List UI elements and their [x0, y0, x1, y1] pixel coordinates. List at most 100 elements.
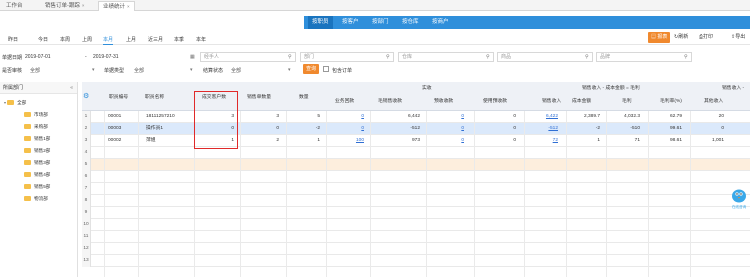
period-last-week[interactable]: 上周: [82, 35, 92, 45]
cell-sales-recv[interactable]: 100: [350, 135, 364, 147]
period-today[interactable]: 今日: [38, 35, 48, 45]
search-icon[interactable]: ⚲: [585, 54, 589, 60]
col-margin[interactable]: 毛利率(%): [660, 97, 682, 104]
col-gross-recv[interactable]: 毛销售收款: [378, 97, 402, 104]
cell-sales-count: 2: [276, 138, 279, 143]
department-input[interactable]: 部门: [300, 52, 394, 62]
tree-item-market[interactable]: 市场部: [24, 111, 48, 119]
tab-by-merchant[interactable]: 按商户: [428, 16, 453, 29]
tab-sales-order-track[interactable]: 销售订单-跟踪 ×: [45, 1, 84, 11]
cell-sales-count: 3: [276, 114, 279, 119]
table-row[interactable]: 3 00002 萍姐 1 2 1 100 973 0 0 72 1 71 98.…: [82, 135, 750, 147]
period-this-quarter[interactable]: 本季: [174, 35, 184, 45]
period-this-month[interactable]: 本月: [103, 35, 114, 45]
include-order-checkbox[interactable]: [323, 66, 329, 72]
table-row[interactable]: 7: [82, 183, 750, 195]
audit-select[interactable]: 全部: [30, 67, 40, 74]
tab-by-staff[interactable]: 按职员: [308, 16, 333, 29]
cell-margin: 98.61: [669, 138, 682, 143]
tree-item-all[interactable]: ▾ 全部: [4, 99, 26, 107]
department-panel-header: 所属部门 «: [0, 82, 77, 94]
query-button[interactable]: 查询: [303, 64, 319, 74]
period-this-week[interactable]: 本周: [60, 35, 70, 45]
collapse-icon[interactable]: «: [70, 82, 73, 94]
table-row[interactable]: 12: [82, 243, 750, 255]
bird-icon: [732, 189, 746, 203]
col-other-income[interactable]: 其他收入: [704, 97, 723, 104]
col-advance[interactable]: 预收收款: [434, 97, 453, 104]
cell-sales-recv[interactable]: 0: [354, 123, 364, 135]
table-row[interactable]: 10: [82, 219, 750, 231]
tab-performance-stats[interactable]: 业绩统计 ×: [98, 1, 135, 11]
report-button[interactable]: ▤ 报表: [648, 32, 671, 43]
chevron-down-icon[interactable]: ▾: [190, 67, 193, 73]
search-icon[interactable]: ⚲: [486, 54, 490, 60]
tree-item-sales-4[interactable]: 销售4部: [24, 171, 50, 179]
table-row[interactable]: 11: [82, 231, 750, 243]
export-button[interactable]: ⇪导出: [731, 32, 745, 43]
table-row[interactable]: 4: [82, 147, 750, 159]
tree-item-purchase[interactable]: 采购部: [24, 123, 48, 131]
table-row[interactable]: 2 00003 操作员1 0 0 -2 0 -512 0 0 -512 -2 -…: [82, 123, 750, 135]
report-icon: ▤: [651, 34, 657, 40]
cell-income[interactable]: 6,422: [538, 111, 558, 123]
tree-item-sales-3[interactable]: 销售3部: [24, 159, 50, 167]
col-staff-code[interactable]: 职员编号: [109, 93, 128, 100]
cell-income[interactable]: -512: [538, 123, 558, 135]
tree-item-sales-2[interactable]: 销售2部: [24, 147, 50, 155]
cell-income[interactable]: 72: [538, 135, 558, 147]
brand-input[interactable]: 品牌: [596, 52, 692, 62]
gear-icon[interactable]: ⚙: [83, 92, 89, 100]
search-icon[interactable]: ⚲: [288, 54, 292, 60]
cell-advance[interactable]: 0: [454, 111, 464, 123]
col-staff-name[interactable]: 职员名称: [145, 93, 164, 100]
col-divider: [286, 111, 287, 277]
warehouse-input[interactable]: 仓库: [398, 52, 494, 62]
tree-item-sales-1[interactable]: 销售1部: [24, 135, 50, 143]
search-icon[interactable]: ⚲: [684, 54, 688, 60]
col-sales-count[interactable]: 销售单数量: [247, 93, 271, 100]
doctype-select[interactable]: 全部: [134, 67, 144, 74]
tab-by-customer[interactable]: 按客户: [338, 16, 363, 29]
table-row[interactable]: 9: [82, 207, 750, 219]
tree-item-logistics[interactable]: 物流部: [24, 195, 48, 203]
tab-by-department[interactable]: 按部门: [368, 16, 393, 29]
product-input[interactable]: 商品: [497, 52, 593, 62]
refresh-button[interactable]: ↻刷新: [674, 32, 688, 43]
period-last-three-months[interactable]: 近三月: [148, 35, 163, 45]
chevron-down-icon[interactable]: ▾: [92, 67, 95, 73]
tab-workbench[interactable]: 工作台: [6, 1, 23, 11]
folder-icon: [24, 136, 31, 142]
col-cost[interactable]: 成本金额: [572, 97, 591, 104]
col-sales-income[interactable]: 销售收入: [542, 97, 561, 104]
period-this-year[interactable]: 本年: [196, 35, 206, 45]
period-yesterday[interactable]: 昨日: [8, 35, 18, 45]
search-icon[interactable]: ⚲: [386, 54, 390, 60]
table-row[interactable]: 1 00001 18111257210 3 3 5 0 6,442 0 0 6,…: [82, 111, 750, 123]
tree-item-sales-5[interactable]: 销售5部: [24, 183, 50, 191]
cell-advance[interactable]: 0: [454, 135, 464, 147]
col-gross[interactable]: 毛利: [622, 97, 632, 104]
settle-select[interactable]: 全部: [231, 67, 241, 74]
period-last-month[interactable]: 上月: [126, 35, 136, 45]
cell-sales-recv[interactable]: 0: [354, 111, 364, 123]
table-row[interactable]: 8: [82, 195, 750, 207]
table-row[interactable]: 13: [82, 255, 750, 267]
table-row[interactable]: 6: [82, 171, 750, 183]
col-sales-recv[interactable]: 业务回款: [335, 97, 354, 104]
date-to[interactable]: 2019-07-31: [93, 54, 119, 60]
date-from[interactable]: 2019-07-01: [25, 54, 51, 60]
close-icon[interactable]: ×: [82, 3, 85, 8]
folder-icon: [24, 196, 31, 202]
calendar-icon[interactable]: ▦: [190, 54, 195, 60]
cell-advance[interactable]: 0: [454, 123, 464, 135]
col-used-advance[interactable]: 使用预收款: [483, 97, 507, 104]
print-button[interactable]: ⎙打印: [699, 32, 713, 43]
handler-input[interactable]: 经手人: [200, 52, 296, 62]
tab-by-warehouse[interactable]: 按仓库: [398, 16, 423, 29]
close-icon[interactable]: ×: [127, 4, 130, 9]
col-qty[interactable]: 数量: [299, 93, 309, 100]
table-row[interactable]: 5: [82, 159, 750, 171]
online-consult-widget[interactable]: 在线咨询: [730, 187, 748, 209]
chevron-down-icon[interactable]: ▾: [288, 67, 291, 73]
